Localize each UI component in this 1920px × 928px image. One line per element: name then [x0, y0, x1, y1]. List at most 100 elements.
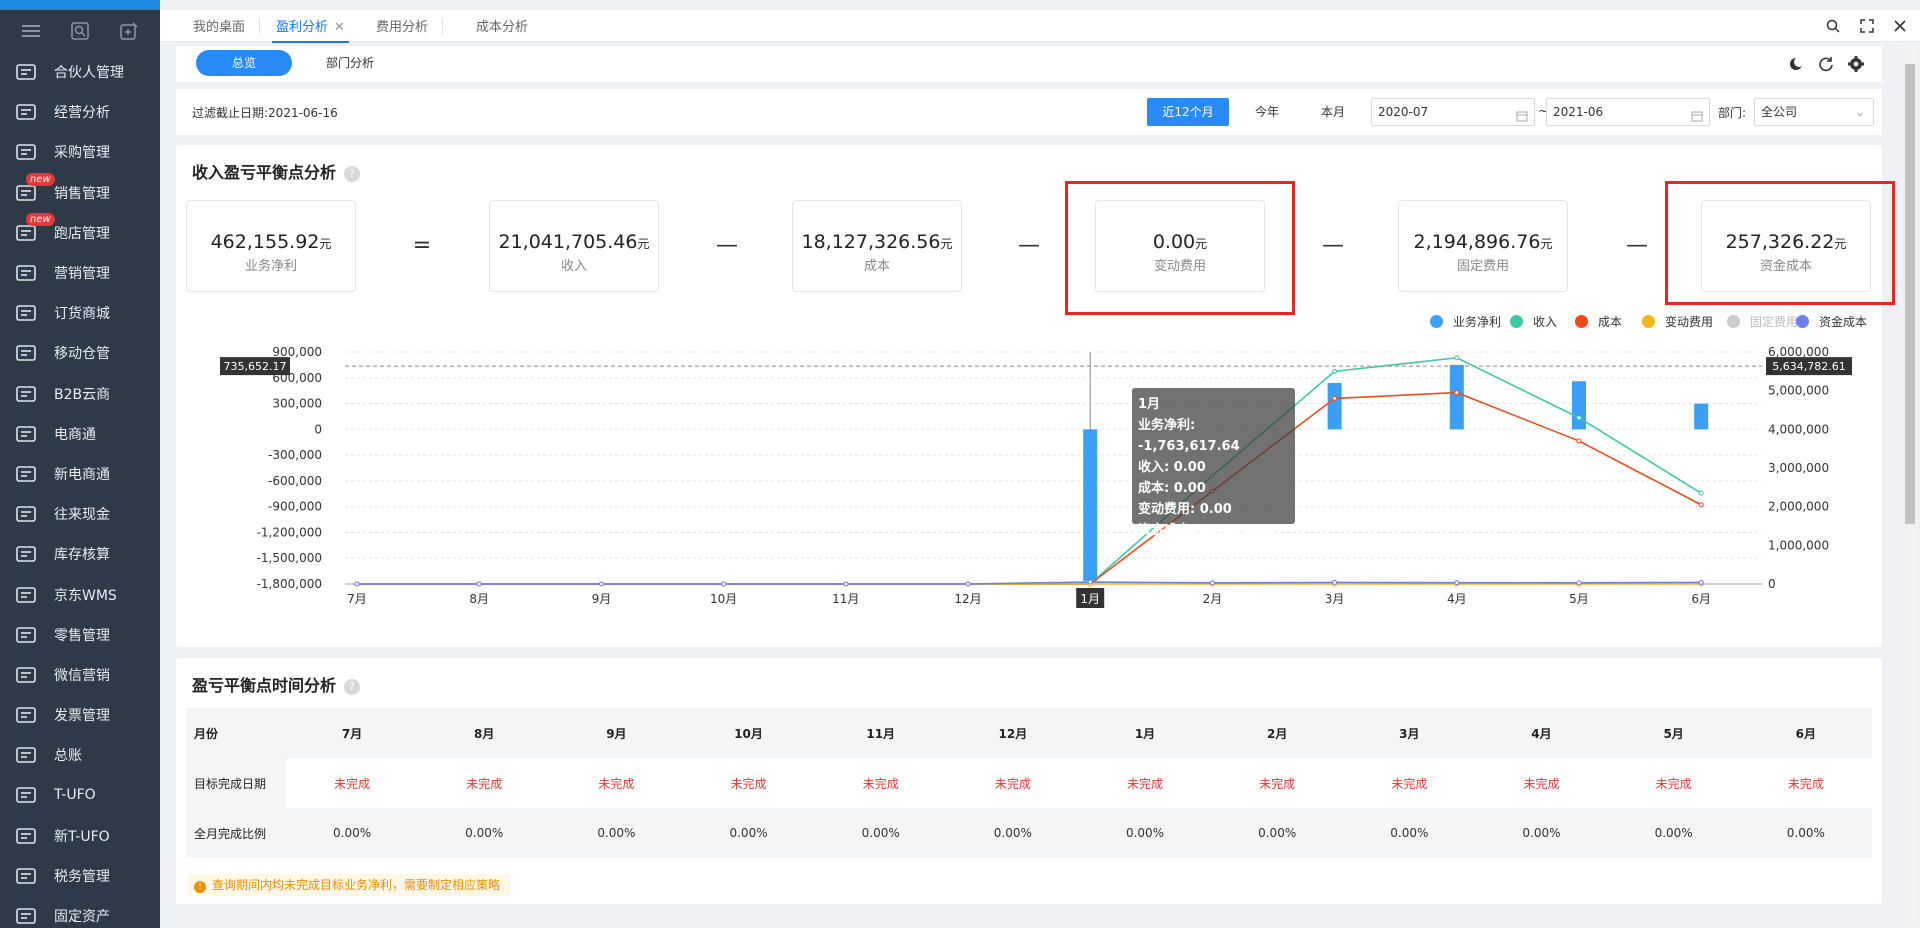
tab-separator	[259, 18, 260, 34]
sidebar-item[interactable]: 微信营销	[0, 655, 160, 695]
legend-label: 资金成本	[1819, 315, 1868, 329]
range-this-month-button[interactable]: 本月	[1303, 98, 1363, 126]
help-icon[interactable]: ?	[344, 678, 361, 695]
status-cell: 未完成	[1655, 776, 1692, 791]
sidebar-item[interactable]: 零售管理	[0, 615, 160, 655]
legend-item[interactable]: 收入	[1510, 313, 1557, 330]
tab-close-icon[interactable]: ✕	[334, 20, 345, 35]
minus-sign: —	[1626, 233, 1648, 258]
legend-item[interactable]: 变动费用	[1642, 313, 1713, 330]
sidebar-item[interactable]: 营销管理	[0, 253, 160, 293]
tooltip-row: 变动费用: 0.00	[1138, 502, 1232, 517]
search-menu-icon[interactable]	[69, 20, 91, 42]
ratio-cell: 0.00%	[286, 808, 419, 858]
sidebar-item[interactable]: 销售管理 new	[0, 172, 160, 213]
add-shortcut-icon[interactable]	[118, 20, 140, 42]
tooltip-row: 收入: 0.00	[1138, 460, 1206, 475]
subtab-overview[interactable]: 总览	[196, 50, 292, 76]
tab-desktop[interactable]: 我的桌面	[193, 16, 245, 35]
legend-item[interactable]: 固定费用	[1727, 313, 1798, 330]
row-header: 目标完成日期	[186, 758, 286, 808]
sidebar-item[interactable]: 总账	[0, 735, 160, 775]
sidebar-item[interactable]: 新T-UFO	[0, 816, 160, 856]
warning-icon: !	[194, 881, 206, 893]
sidebar-item[interactable]: 新电商通	[0, 454, 160, 494]
kpi-unit: 元	[1540, 237, 1553, 251]
sidebar-item-label: 跑店管理	[54, 225, 110, 242]
sidebar-item[interactable]: 电商通	[0, 414, 160, 454]
search-icon[interactable]	[1823, 16, 1843, 36]
kpi-number: 21,041,705.46	[498, 231, 638, 253]
status-cell: 未完成	[334, 776, 371, 791]
sidebar-item[interactable]: 经营分析	[0, 92, 160, 132]
tooltip-row: 业务净利: -1,763,617.64	[1138, 418, 1240, 454]
sidebar-menu: 合伙人管理 经营分析 采购管理 销售管理 new 跑店管理 new 营销管理 订货商城 移动仓管 B…	[0, 52, 160, 928]
sidebar-item[interactable]: 跑店管理 new	[0, 212, 160, 253]
theme-toggle-icon[interactable]	[1786, 54, 1806, 74]
sidebar-item-label: B2B云商	[54, 386, 111, 403]
sidebar-item[interactable]: 往来现金	[0, 494, 160, 534]
scrollbar-thumb[interactable]	[1905, 64, 1915, 524]
refresh-icon[interactable]	[1816, 54, 1836, 74]
help-icon[interactable]: ?	[344, 165, 361, 182]
fullscreen-icon[interactable]	[1857, 16, 1877, 36]
header-cell: 10月	[682, 708, 815, 758]
sidebar-item[interactable]: 固定资产	[0, 896, 160, 928]
start-date-input[interactable]: 2020-07	[1371, 98, 1535, 126]
kpi-card: 21,041,705.46元收入	[489, 200, 659, 292]
legend-dot	[1796, 315, 1809, 328]
tab-profit-analysis[interactable]: 盈利分析 ✕	[272, 16, 349, 43]
kpi-label: 收入	[560, 259, 587, 274]
sidebar-item[interactable]: 发票管理	[0, 695, 160, 735]
ratio-cell: 0.00%	[1607, 808, 1740, 858]
legend-label: 收入	[1533, 315, 1558, 329]
mall-icon	[14, 301, 38, 325]
kpi-label: 业务净利	[244, 259, 297, 274]
legend-item[interactable]: 成本	[1575, 313, 1622, 330]
partner-icon	[14, 60, 38, 84]
chevron-down-icon: ⌄	[1854, 105, 1865, 119]
minus-sign: —	[1018, 233, 1040, 258]
sidebar-top-accent	[0, 0, 160, 10]
range-this-year-button[interactable]: 今年	[1237, 98, 1297, 126]
menu-toggle-icon[interactable]	[20, 20, 42, 42]
kpi-unit: 元	[940, 237, 953, 251]
tab-expense-analysis[interactable]: 费用分析	[376, 16, 428, 35]
warning-notice: ! 查询期间内均未完成目标业务净利，需要制定相应策略	[188, 874, 511, 896]
sidebar-item[interactable]: 合伙人管理	[0, 52, 160, 92]
minus-sign: —	[1322, 233, 1344, 258]
settings-gear-icon[interactable]	[1846, 54, 1866, 74]
sidebar-item[interactable]: 移动仓管	[0, 333, 160, 373]
end-date-input[interactable]: 2021-06	[1546, 98, 1710, 126]
sidebar-item[interactable]: T-UFO	[0, 775, 160, 815]
sidebar-item[interactable]: 税务管理	[0, 856, 160, 896]
header-cell: 8月	[418, 708, 551, 758]
subtab-dept[interactable]: 部门分析	[302, 50, 398, 76]
tab-cost-analysis[interactable]: 成本分析	[476, 16, 528, 35]
ratio-cell: 0.00%	[1078, 808, 1212, 858]
dept-select[interactable]: 全公司 ⌄	[1754, 98, 1874, 126]
legend-item[interactable]: 资金成本	[1796, 313, 1867, 330]
range-last-12-months-button[interactable]: 近12个月	[1147, 98, 1229, 126]
analysis-icon	[14, 100, 38, 124]
row-header: 全月完成比例	[186, 808, 286, 858]
section-title-text: 盈亏平衡点时间分析	[192, 676, 337, 695]
sidebar-item[interactable]: B2B云商	[0, 374, 160, 414]
sidebar-item[interactable]: 库存核算	[0, 534, 160, 574]
ratio-cell: 0.00%	[1343, 808, 1476, 858]
sidebar-item-label: 京东WMS	[54, 587, 117, 604]
kpi-value: 21,041,705.46元	[490, 231, 658, 253]
start-date-value: 2020-07	[1378, 105, 1429, 119]
sidebar-item[interactable]: 采购管理	[0, 132, 160, 172]
scrollbar[interactable]	[1902, 46, 1918, 926]
kpi-number: 462,155.92	[210, 231, 320, 253]
legend-item[interactable]: 业务净利	[1430, 313, 1501, 330]
marketing-icon	[14, 261, 38, 285]
asset-icon	[14, 904, 38, 928]
header-cell: 11月	[814, 708, 947, 758]
sidebar-item[interactable]: 京东WMS	[0, 574, 160, 614]
header-cell: 6月	[1739, 708, 1872, 758]
new-badge: new	[26, 172, 55, 186]
sidebar-item[interactable]: 订货商城	[0, 293, 160, 333]
close-icon[interactable]	[1890, 16, 1910, 36]
